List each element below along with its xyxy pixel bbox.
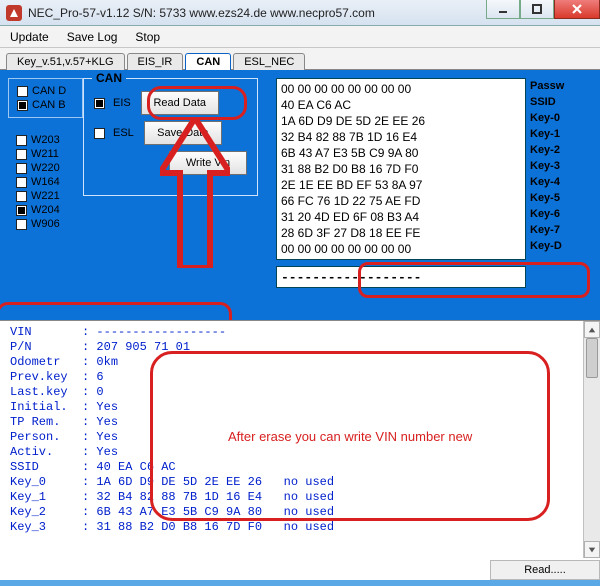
checkbox-label: W204 (31, 204, 60, 216)
write-vin-button[interactable]: Write Vin (169, 151, 247, 175)
hex-label: Key-5 (530, 190, 564, 206)
scrollbar[interactable] (583, 321, 600, 558)
hex-label: Passw (530, 78, 564, 94)
menu-update[interactable]: Update (10, 30, 49, 44)
checkbox-esl[interactable]: ESL (94, 127, 144, 139)
checkbox-label: CAN D (32, 85, 66, 97)
status-text: Read..... (524, 564, 566, 576)
menu-bar: Update Save Log Stop (0, 26, 600, 48)
hex-row: 28 6D 3F 27 D8 18 EE FE (281, 225, 521, 241)
checkbox-can-d[interactable]: CAN D (17, 85, 80, 97)
can-panel-column: CAN EIS Read Data ESL Save Data Write Vi… (83, 78, 258, 312)
checkbox-w203[interactable]: W203 (16, 134, 81, 146)
hex-labels: PasswSSIDKey-0Key-1Key-2Key-3Key-4Key-5K… (530, 78, 564, 254)
hex-label: Key-6 (530, 206, 564, 222)
checkbox-w906[interactable]: W906 (16, 218, 81, 230)
checkbox-w221[interactable]: W221 (16, 190, 81, 202)
hex-row: 6B 43 A7 E3 5B C9 9A 80 (281, 145, 521, 161)
checkbox-label: ESL (113, 127, 134, 139)
hex-label: Key-3 (530, 158, 564, 174)
checkbox-label: W221 (31, 190, 60, 202)
hex-row: 00 00 00 00 00 00 00 00 (281, 81, 521, 97)
checkbox-w220[interactable]: W220 (16, 162, 81, 174)
app-icon (6, 5, 22, 21)
tab-label: EIS_IR (138, 56, 173, 68)
hex-label: Key-7 (530, 222, 564, 238)
info-text: VIN : ------------------ P/N : 207 905 7… (0, 321, 600, 539)
hex-row: 32 B4 82 88 7B 1D 16 E4 (281, 129, 521, 145)
hex-row: 66 FC 76 1D 22 75 AE FD (281, 193, 521, 209)
tab-can[interactable]: CAN (185, 53, 231, 70)
hex-label: Key-0 (530, 110, 564, 126)
close-button[interactable] (554, 0, 600, 19)
hex-label: Key-2 (530, 142, 564, 158)
checkbox-label: W164 (31, 176, 60, 188)
hex-row: 31 88 B2 D0 B8 16 7D F0 (281, 161, 521, 177)
can-panel-legend: CAN (92, 71, 126, 85)
can-panel: CAN EIS Read Data ESL Save Data Write Vi… (83, 78, 258, 196)
tab-label: Key_v.51,v.57+KLG (17, 56, 114, 68)
checkbox-w211[interactable]: W211 (16, 148, 81, 160)
hex-dump: 00 00 00 00 00 00 00 0040 EA C6 AC 1A 6D… (276, 78, 526, 260)
work-area: CAN D CAN B W203 W211 W220 W164 W221 W20… (0, 70, 600, 320)
tab-label: CAN (196, 56, 220, 68)
tab-label: ESL_NEC (244, 56, 294, 68)
can-bus-group: CAN D CAN B (8, 78, 83, 118)
dash-input[interactable] (276, 266, 526, 288)
hex-row: 31 20 4D ED 6F 08 B3 A4 (281, 209, 521, 225)
left-column: CAN D CAN B W203 W211 W220 W164 W221 W20… (8, 78, 83, 312)
model-group: W203 W211 W220 W164 W221 W204 W906 (8, 128, 83, 236)
hex-label: Key-4 (530, 174, 564, 190)
scroll-track[interactable] (584, 338, 600, 541)
menu-save-log[interactable]: Save Log (67, 30, 118, 44)
tab-esl-nec[interactable]: ESL_NEC (233, 53, 305, 70)
checkbox-label: EIS (113, 97, 131, 109)
maximize-button[interactable] (520, 0, 554, 19)
status-bar: Read..... (490, 560, 600, 580)
hex-column: 00 00 00 00 00 00 00 0040 EA C6 AC 1A 6D… (276, 78, 592, 312)
checkbox-label: CAN B (32, 99, 66, 111)
hex-label: Key-D (530, 238, 564, 254)
checkbox-w164[interactable]: W164 (16, 176, 81, 188)
dash-field-wrap (276, 266, 592, 288)
hex-label: Key-1 (530, 126, 564, 142)
hex-row: 00 00 00 00 00 00 00 00 (281, 241, 521, 257)
scroll-thumb[interactable] (586, 338, 598, 378)
scroll-up-icon[interactable] (584, 321, 600, 338)
checkbox-label: W211 (31, 148, 59, 160)
checkbox-label: W203 (31, 134, 60, 146)
minimize-button[interactable] (486, 0, 520, 19)
hex-row: 2E 1E EE BD EF 53 8A 97 (281, 177, 521, 193)
hex-row: 1A 6D D9 DE 5D 2E EE 26 (281, 113, 521, 129)
checkbox-label: W906 (31, 218, 60, 230)
save-data-button[interactable]: Save Data (144, 121, 222, 145)
menu-stop[interactable]: Stop (135, 30, 160, 44)
scroll-down-icon[interactable] (584, 541, 600, 558)
tab-key[interactable]: Key_v.51,v.57+KLG (6, 53, 125, 70)
tab-bar: Key_v.51,v.57+KLG EIS_IR CAN ESL_NEC (0, 48, 600, 70)
checkbox-eis[interactable]: EIS (94, 97, 141, 109)
info-panel: VIN : ------------------ P/N : 207 905 7… (0, 320, 600, 580)
window-title: NEC_Pro-57-v1.12 S/N: 5733 www.ezs24.de … (28, 6, 486, 20)
hex-label: SSID (530, 94, 564, 110)
read-data-button[interactable]: Read Data (141, 91, 219, 115)
title-bar: NEC_Pro-57-v1.12 S/N: 5733 www.ezs24.de … (0, 0, 600, 26)
checkbox-can-b[interactable]: CAN B (17, 99, 80, 111)
hex-row: 40 EA C6 AC (281, 97, 521, 113)
checkbox-label: W220 (31, 162, 60, 174)
tab-eis-ir[interactable]: EIS_IR (127, 53, 184, 70)
checkbox-w204[interactable]: W204 (16, 204, 81, 216)
